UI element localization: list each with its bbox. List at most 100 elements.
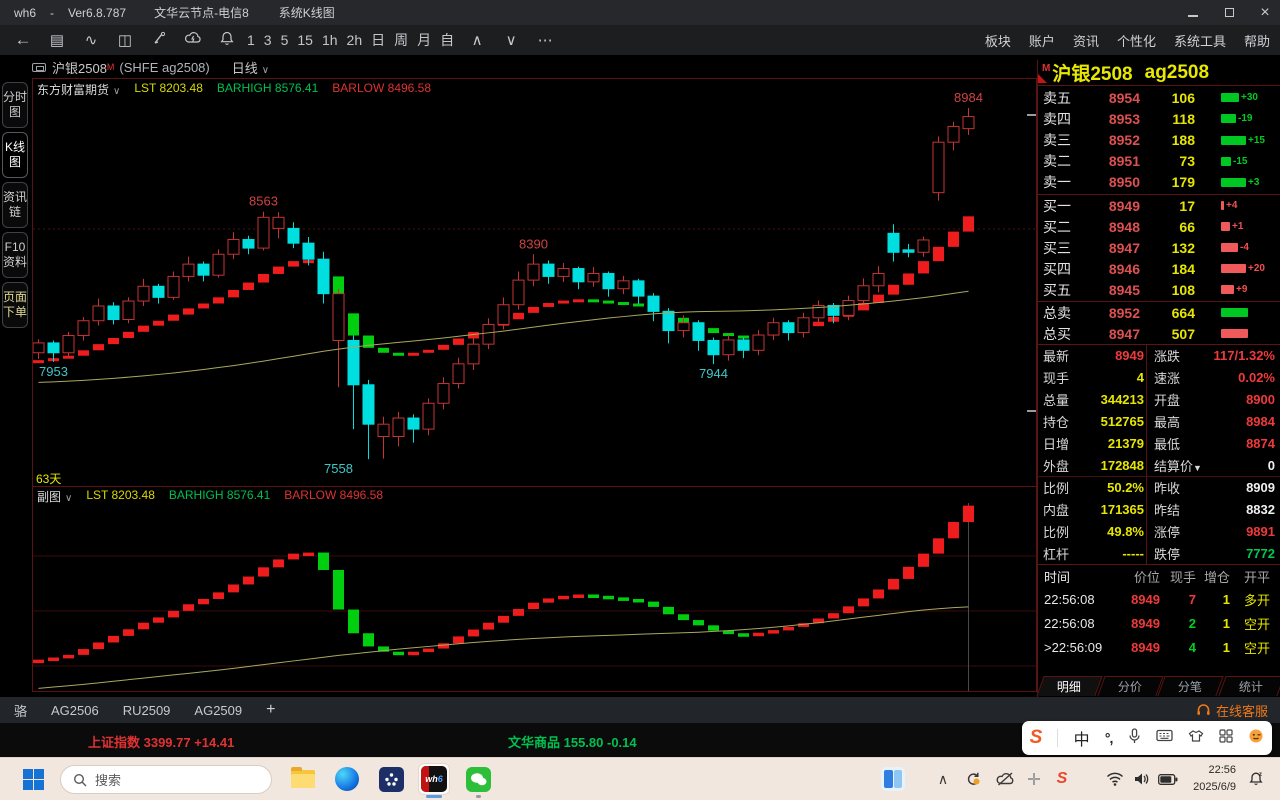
sub-indicator-chart[interactable] [33,503,1036,691]
draw-icon[interactable] [148,31,170,50]
period-button-2h[interactable]: 2h [347,32,363,48]
wechat-icon [466,767,491,792]
lang-mode-icon[interactable]: 中 [1074,726,1090,750]
period-button-1[interactable]: 1 [247,32,255,48]
cloud-icon[interactable] [182,31,204,49]
period-button-日[interactable]: 日 [371,32,385,48]
contract-tab-AG2506[interactable]: AG2506 [51,703,99,718]
book-row-买五[interactable]: 买五8945108+9 [1038,279,1280,300]
period-button-15[interactable]: 15 [297,32,313,48]
book-row-卖二[interactable]: 卖二895173-15 [1038,151,1280,172]
soft-keyboard-icon[interactable] [1156,729,1173,747]
mic-icon[interactable] [1128,728,1141,749]
contract-tab-AG2509[interactable]: AG2509 [194,703,242,718]
taskbar-search[interactable]: 搜索 [60,765,272,794]
period-selector[interactable]: 日线∨ [232,58,269,77]
link-icon[interactable] [32,63,46,72]
menu-板块[interactable]: 板块 [985,31,1011,50]
book-row-卖三[interactable]: 卖三8952188+15 [1038,129,1280,150]
alert-bell-icon[interactable] [216,31,238,50]
period-button-月[interactable]: 月 [417,32,431,48]
app-version: Ver6.8.787 [68,6,126,20]
stat-row-持仓-最高: 持仓512765最高8984 [1038,411,1280,433]
sogou-logo-icon[interactable]: S [1030,727,1043,749]
panel-tab-分价[interactable]: 分价 [1097,676,1163,696]
book-row-买二[interactable]: 买二894866+1 [1038,216,1280,237]
tray-app-button[interactable] [1022,764,1046,794]
more-icon[interactable]: ⋯ [534,31,556,49]
panel-tab-明细[interactable]: 明细 [1036,676,1102,696]
stat-row-最新-涨跌: 最新8949涨跌117/1.32% [1038,345,1280,367]
file-explorer-button[interactable] [288,764,318,794]
book-row-买一[interactable]: 买一894917+4 [1038,195,1280,216]
collapse-down-icon[interactable]: ∨ [500,31,522,49]
edge-browser-button[interactable] [332,764,362,794]
onedrive-tray-button[interactable] [992,764,1018,794]
quote-table-icon[interactable]: ▤ [46,31,68,49]
main-kline-chart[interactable]: 898485638390795379447558 [33,89,1036,486]
panel-tab-统计[interactable]: 统计 [1218,676,1280,696]
kline-icon[interactable]: ◫ [114,31,136,49]
menu-系统工具[interactable]: 系统工具 [1174,31,1226,50]
menu-账户[interactable]: 账户 [1029,31,1055,50]
period-button-1h[interactable]: 1h [322,32,338,48]
book-row-卖四[interactable]: 卖四8953118-19 [1038,108,1280,129]
panel-tab-分笔[interactable]: 分笔 [1157,676,1223,696]
wh6-app-button[interactable]: wh6 [419,764,449,794]
stats-hline [1038,476,1280,477]
side-tab-资讯链[interactable]: 资讯链 [2,182,28,228]
period-button-周[interactable]: 周 [394,32,408,48]
restore-button[interactable] [1222,5,1236,20]
volume-button[interactable] [1128,764,1154,794]
online-service-button[interactable]: 在线客服 [1196,697,1268,723]
book-row-卖五[interactable]: 卖五8954106+30 [1038,87,1280,108]
side-tab-K线图[interactable]: K线图 [2,132,28,178]
contract-bar-icon[interactable]: 骆 [14,701,27,720]
taskbar-clock[interactable]: 22:56 2025/6/9 [1193,762,1236,796]
back-icon[interactable]: ← [12,30,34,50]
period-button-自[interactable]: 自 [440,32,454,48]
contract-tab-RU2509[interactable]: RU2509 [123,703,171,718]
side-tab-F10资料[interactable]: F10资料 [2,232,28,278]
bid-queue: 买一894917+4买二894866+1买三8947132-4买四8946184… [1038,194,1280,300]
total-row-总买[interactable]: 总买8947507 [1038,323,1280,344]
line-chart-icon[interactable]: ∿ [80,31,102,49]
total-row-总卖[interactable]: 总卖8952664 [1038,302,1280,323]
menu-个性化[interactable]: 个性化 [1117,31,1156,50]
menu-帮助[interactable]: 帮助 [1244,31,1270,50]
toolbox-grid-icon[interactable] [1219,729,1233,748]
pinned-app-button[interactable] [376,764,406,794]
menu-资讯[interactable]: 资讯 [1073,31,1099,50]
notification-bell-button[interactable]: z [1243,764,1269,794]
sogou-tray-button[interactable]: S [1050,764,1074,794]
book-row-卖一[interactable]: 卖一8950179+3 [1038,172,1280,193]
index-文华商品: 文华商品 155.80 -0.14 [508,732,637,751]
svg-text:7953: 7953 [39,364,68,379]
emoji-face-icon[interactable] [1248,728,1264,749]
minimize-button[interactable] [1186,5,1200,20]
collapse-up-icon[interactable]: ∧ [466,31,488,49]
wechat-button[interactable] [463,764,493,794]
wifi-button[interactable] [1102,764,1128,794]
start-button[interactable] [18,764,48,794]
period-button-5[interactable]: 5 [281,32,289,48]
depth-bar [1221,308,1248,317]
skin-icon[interactable] [1188,729,1204,748]
side-tab-页面下单[interactable]: 页面下单 [2,282,28,328]
trade-row: 22:56:08894971多开 [1038,587,1280,611]
punctuation-icon[interactable]: °, [1105,730,1113,746]
book-row-买四[interactable]: 买四8946184+20 [1038,258,1280,279]
close-button[interactable]: × [1258,4,1272,22]
totals-rows: 总卖8952664总买8947507 [1038,301,1280,344]
tray-expand-button[interactable]: ∧ [932,764,954,794]
battery-button[interactable] [1154,764,1182,794]
headset-icon [1196,703,1211,717]
trades-header: 时间价位现手增仓开平 [1038,565,1280,587]
book-row-买三[interactable]: 买三8947132-4 [1038,237,1280,258]
widgets-button[interactable] [878,764,908,794]
side-tab-分时图[interactable]: 分时图 [2,82,28,128]
chart-divider [33,486,1036,487]
add-contract-button[interactable]: + [266,701,275,719]
sync-tray-button[interactable] [960,764,986,794]
period-button-3[interactable]: 3 [264,32,272,48]
